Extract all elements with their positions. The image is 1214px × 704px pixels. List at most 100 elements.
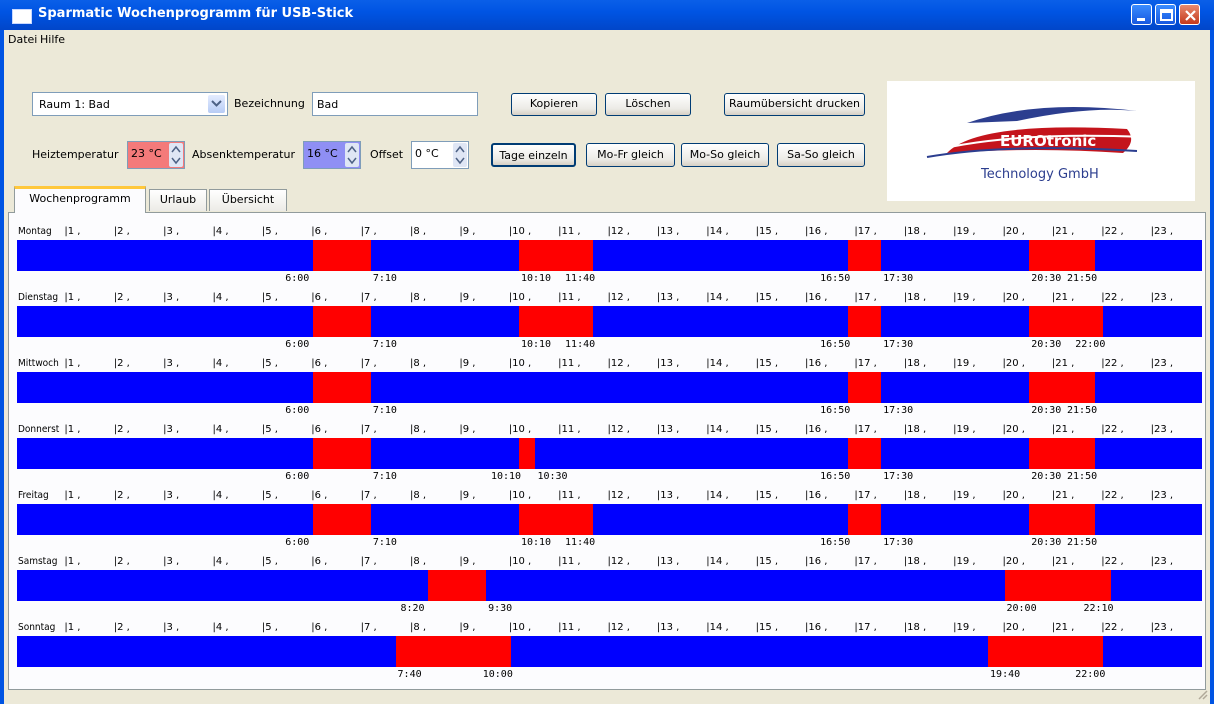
heating-period[interactable] [988, 636, 1104, 667]
day-schedule-bar[interactable] [17, 504, 1202, 535]
mo-so-gleich-button[interactable]: Mo-So gleich [681, 143, 769, 167]
hour-tick-label: |3 , [163, 226, 180, 237]
heating-period[interactable] [313, 504, 371, 535]
tab-uebersicht[interactable]: Übersicht [209, 189, 287, 211]
period-start-time: 16:50 [820, 273, 851, 284]
close-button[interactable] [1179, 4, 1200, 25]
heating-period[interactable] [313, 372, 371, 403]
menu-hilfe[interactable]: Hilfe [40, 33, 65, 46]
hour-tick-label: |17 , [854, 424, 877, 435]
day-schedule-bar[interactable] [17, 372, 1202, 403]
app-icon [12, 9, 32, 24]
hour-tick-label: |22 , [1101, 292, 1124, 303]
heating-period[interactable] [1029, 372, 1096, 403]
minimize-button[interactable] [1131, 4, 1152, 25]
bezeichnung-input[interactable]: Bad [312, 92, 478, 116]
heating-period[interactable] [313, 438, 371, 469]
loeschen-button[interactable]: Löschen [605, 93, 691, 116]
heating-period[interactable] [848, 240, 882, 271]
day-schedule-bar[interactable] [17, 438, 1202, 469]
day-schedule-bar[interactable] [17, 240, 1202, 271]
title-bar[interactable]: Sparmatic Wochenprogramm für USB-Stick [0, 0, 1214, 30]
heating-period[interactable] [848, 438, 882, 469]
period-end-time: 21:50 [1067, 537, 1098, 548]
heating-period[interactable] [518, 240, 594, 271]
hour-tick-label: |23 , [1150, 358, 1174, 369]
hour-tick-label: |20 , [1002, 226, 1025, 237]
tage-einzeln-button[interactable]: Tage einzeln [491, 143, 576, 167]
offset-value: 0 °C [415, 147, 439, 160]
hour-tick-label: |1 , [64, 358, 81, 369]
heating-period[interactable] [428, 570, 487, 601]
period-start-time: 16:50 [820, 339, 851, 350]
day-schedule-bar[interactable] [17, 306, 1202, 337]
hour-tick-label: |19 , [953, 556, 976, 567]
heating-period[interactable] [848, 504, 882, 535]
hour-tick-label: |17 , [854, 292, 877, 303]
hour-tick-label: |23 , [1150, 490, 1174, 501]
period-start-time: 10:10 [520, 273, 552, 284]
heating-period[interactable] [1029, 504, 1096, 535]
hour-tick-label: |3 , [163, 622, 180, 633]
hour-tick-label: |20 , [1002, 358, 1025, 369]
offset-label: Offset [370, 148, 404, 161]
hour-tick-label: |19 , [953, 226, 976, 237]
heating-period[interactable] [848, 372, 882, 403]
hour-tick-label: |19 , [953, 490, 976, 501]
hour-tick-label: |8 , [410, 622, 427, 633]
hour-tick-label: |15 , [755, 622, 779, 633]
hour-tick-label: |3 , [163, 358, 180, 369]
hour-tick-label: |13 , [656, 358, 680, 369]
hour-tick-label: |13 , [656, 424, 680, 435]
hour-tick-label: |3 , [163, 556, 180, 567]
heating-period[interactable] [518, 306, 594, 337]
hour-tick-label: |14 , [706, 226, 729, 237]
hour-tick-label: |8 , [410, 358, 427, 369]
heating-period[interactable] [848, 306, 882, 337]
heating-period[interactable] [518, 438, 536, 469]
chevron-down-icon[interactable] [208, 95, 225, 113]
absenktemperatur-spinner[interactable]: 16 °C [303, 141, 361, 169]
hour-tick-label: |5 , [261, 622, 278, 633]
room-select[interactable]: Raum 1: Bad [32, 92, 228, 116]
heating-period[interactable] [1004, 570, 1112, 601]
spinner-arrows-icon[interactable] [345, 143, 359, 167]
hour-tick-label: |20 , [1002, 556, 1025, 567]
heating-period[interactable] [313, 306, 371, 337]
heating-period[interactable] [1029, 240, 1096, 271]
hour-tick-label: |20 , [1002, 490, 1025, 501]
heiztemperatur-spinner[interactable]: 23 °C [127, 141, 185, 169]
raumuebersicht-drucken-button[interactable]: Raumübersicht drucken [724, 93, 865, 116]
menu-datei[interactable]: Datei [8, 33, 37, 46]
spinner-arrows-icon[interactable] [453, 143, 467, 167]
spinner-arrows-icon[interactable] [169, 143, 183, 167]
hour-tick-label: |23 , [1150, 292, 1174, 303]
hour-tick-label: |19 , [953, 622, 976, 633]
heating-period[interactable] [1029, 438, 1096, 469]
hour-tick-label: |4 , [212, 226, 229, 237]
kopieren-button[interactable]: Kopieren [511, 93, 597, 116]
hour-tick-label: |9 , [459, 622, 476, 633]
tab-urlaub[interactable]: Urlaub [149, 189, 207, 211]
hour-tick-label: |11 , [558, 424, 581, 435]
hour-tick-label: |10 , [508, 622, 532, 633]
hour-tick-label: |10 , [508, 490, 532, 501]
hour-tick-label: |7 , [360, 556, 377, 567]
resize-grip-icon[interactable] [1196, 688, 1208, 700]
hour-tick-label: |15 , [755, 556, 779, 567]
hour-tick-label: |16 , [805, 556, 828, 567]
hour-tick-label: |14 , [706, 292, 729, 303]
heating-period[interactable] [1029, 306, 1104, 337]
hour-tick-label: |23 , [1150, 556, 1174, 567]
heating-period[interactable] [395, 636, 511, 667]
maximize-button[interactable] [1155, 4, 1176, 25]
offset-spinner[interactable]: 0 °C [411, 141, 469, 169]
hour-tick-label: |8 , [410, 490, 427, 501]
hour-tick-label: |21 , [1051, 622, 1075, 633]
hour-tick-label: |9 , [459, 556, 476, 567]
heating-period[interactable] [518, 504, 594, 535]
sa-so-gleich-button[interactable]: Sa-So gleich [777, 143, 865, 167]
tab-wochenprogramm[interactable]: Wochenprogramm [14, 186, 146, 213]
mo-fr-gleich-button[interactable]: Mo-Fr gleich [586, 143, 675, 167]
heating-period[interactable] [313, 240, 371, 271]
